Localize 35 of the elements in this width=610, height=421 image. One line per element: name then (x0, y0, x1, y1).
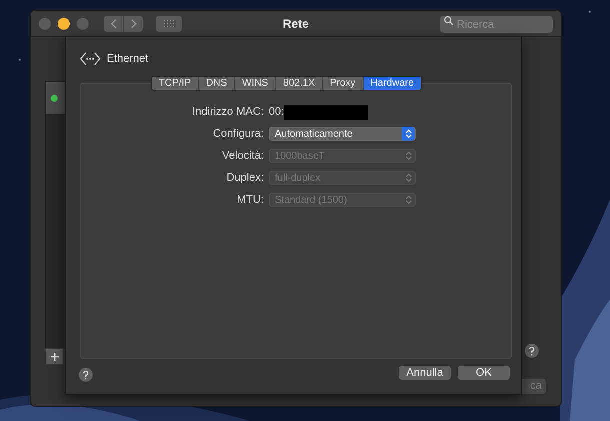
chevron-right-icon (130, 18, 136, 28)
window-title: Rete (283, 16, 309, 32)
ethernet-icon (80, 52, 101, 66)
mac-address: 00: (269, 104, 284, 120)
stepper-icon (404, 173, 412, 183)
help-button[interactable] (525, 344, 539, 358)
add-button[interactable] (45, 348, 64, 365)
tab[interactable]: DNS (198, 77, 234, 90)
tab[interactable]: 802.1X (275, 77, 322, 90)
field-label: Duplex: (226, 170, 264, 186)
plus-icon (50, 352, 60, 362)
forward-button[interactable] (124, 16, 143, 32)
sheet-title: Ethernet (107, 52, 149, 67)
field-label: Configura: (212, 126, 264, 142)
field-label: Indirizzo MAC: (191, 104, 264, 120)
back-button[interactable] (104, 16, 123, 32)
question-mark-icon (83, 370, 89, 380)
field-label: MTU: (236, 192, 264, 208)
search-icon (444, 16, 454, 26)
show-all-button[interactable] (156, 16, 182, 32)
help-button[interactable] (79, 368, 93, 382)
grid-icon (164, 20, 174, 28)
chevron-left-icon (110, 18, 116, 28)
tab[interactable]: WINS (234, 77, 276, 90)
dropdown[interactable]: Automaticamente (269, 127, 416, 141)
stepper-icon (404, 129, 412, 139)
minimize-button[interactable] (58, 18, 70, 30)
dialog-button[interactable]: OK (458, 366, 510, 380)
tab[interactable]: TCP/IP (152, 77, 198, 90)
question-mark-icon (529, 346, 535, 356)
stepper-icon (404, 195, 412, 205)
tab[interactable]: Hardware (362, 77, 422, 90)
dialog-button[interactable]: Annulla (399, 366, 451, 380)
field-label: Velocità: (221, 148, 264, 164)
stepper-icon (404, 151, 412, 161)
